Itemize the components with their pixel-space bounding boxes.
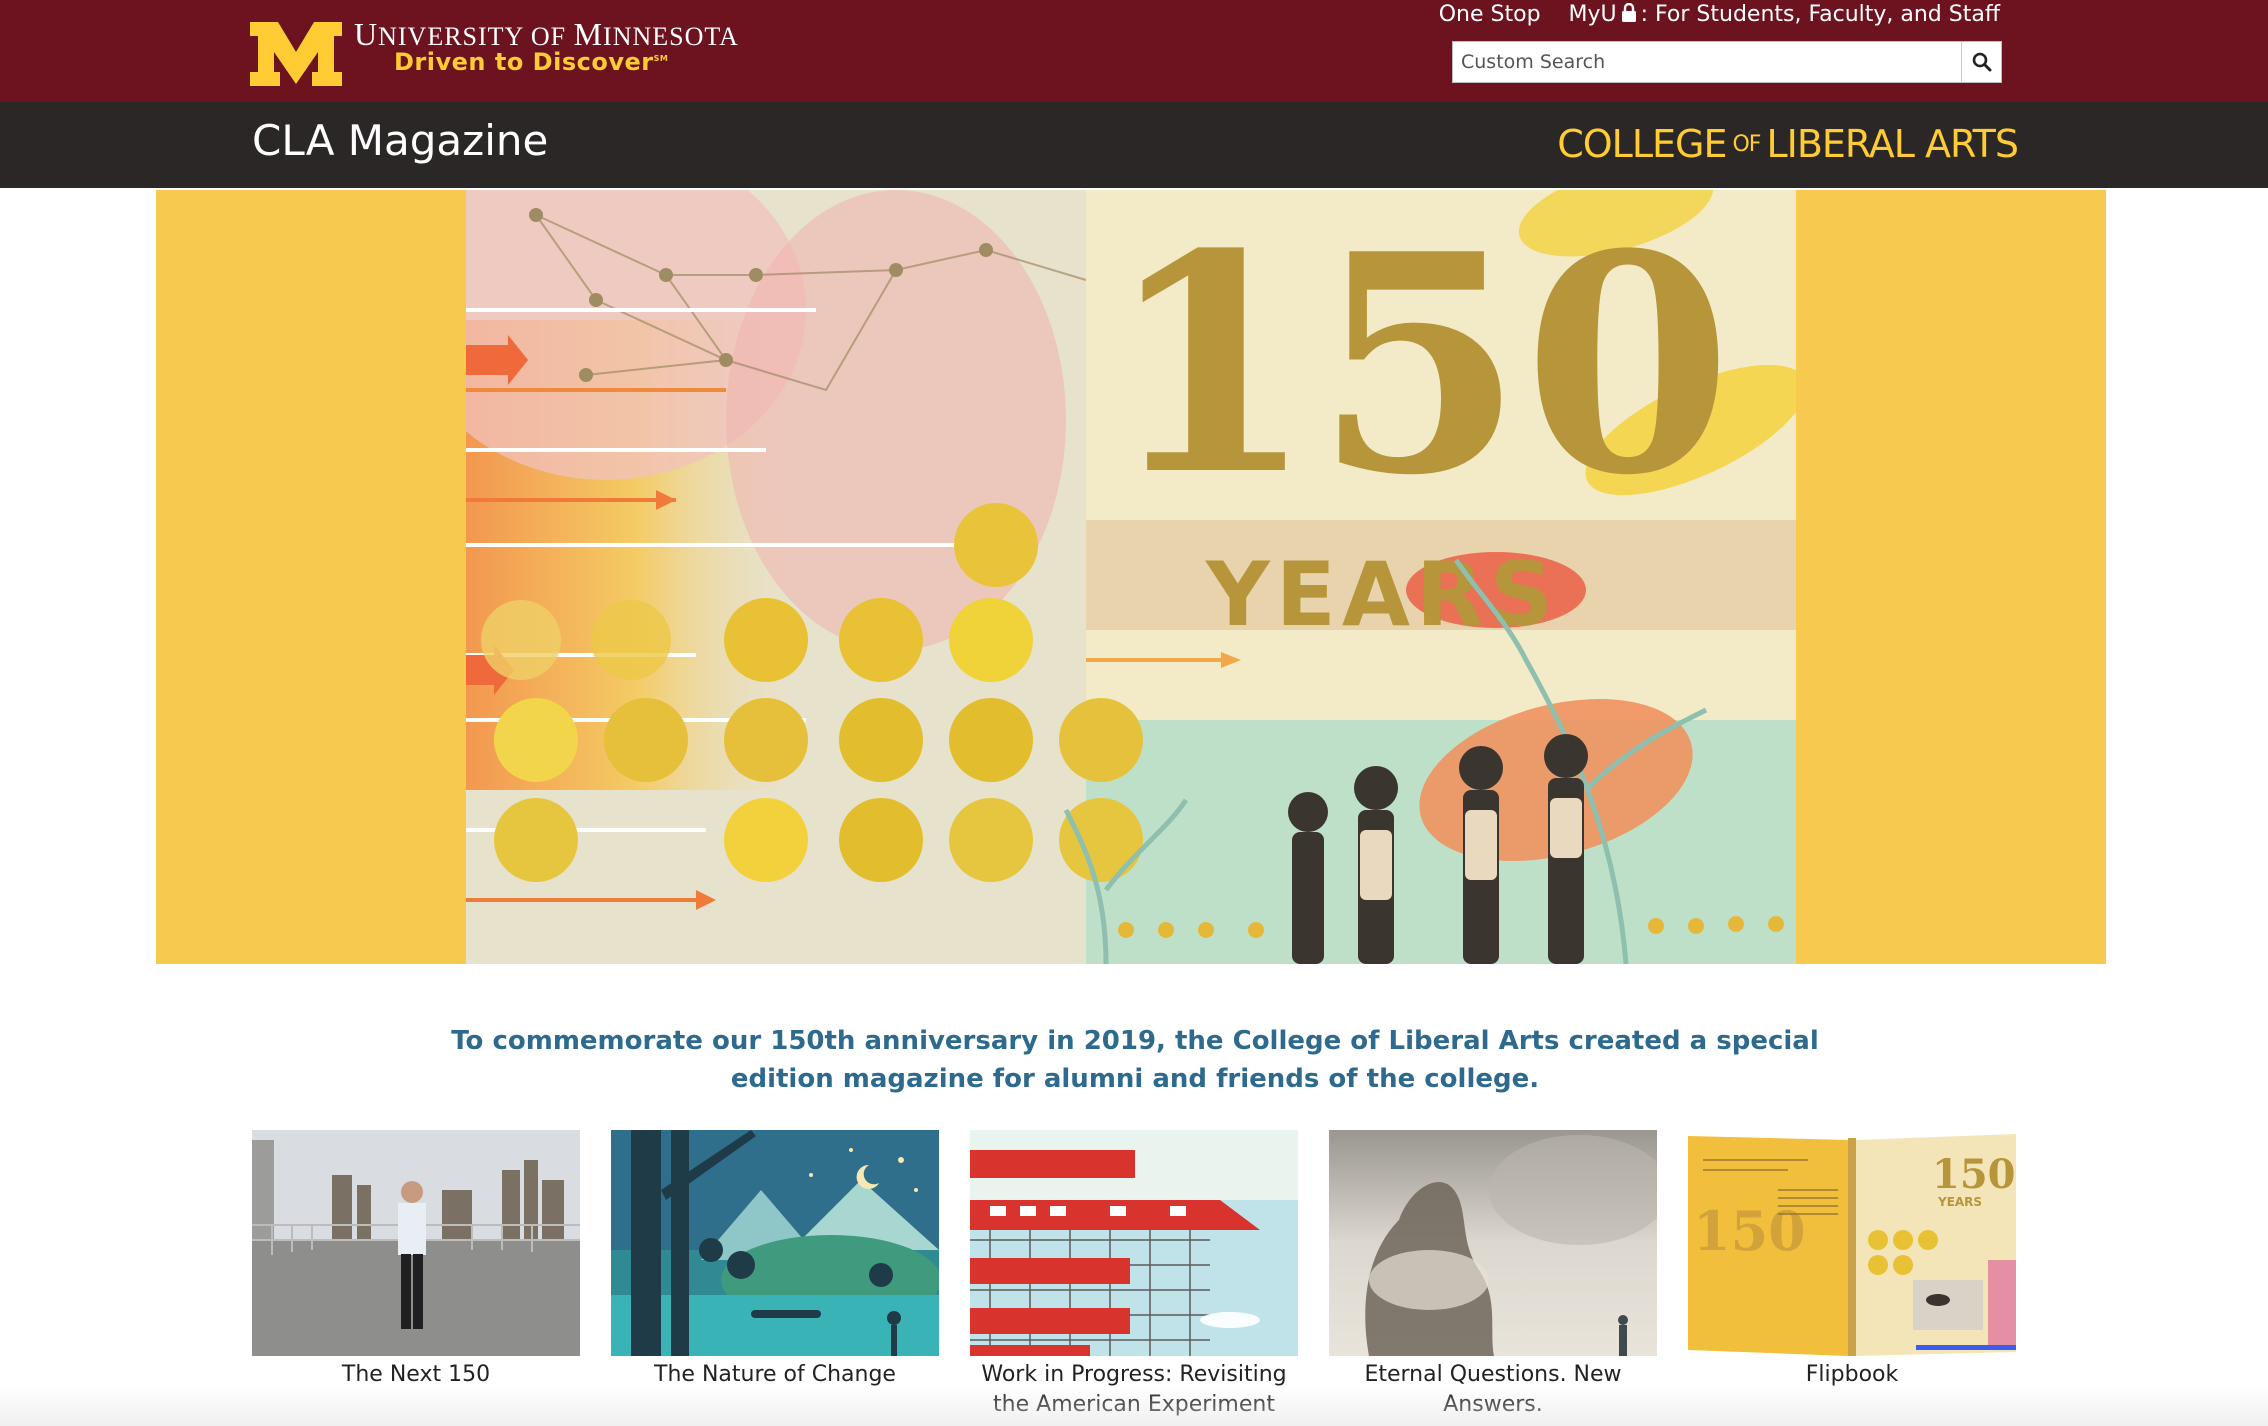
card-the-nature-of-change[interactable]: The Nature of Change	[611, 1130, 939, 1420]
card-the-next-150[interactable]: The Next 150	[252, 1130, 580, 1420]
card-image-train-scaffolding-illustration[interactable]	[970, 1130, 1298, 1356]
top-header-bar: UNIVERSITY OF MINNESOTA Driven to Discov…	[0, 0, 2268, 102]
intro-text: To commemorate our 150th anniversary in …	[451, 1026, 1819, 1094]
search-form	[1452, 41, 2002, 83]
card-flipbook[interactable]: 150 150 YEARS Flipbook	[1688, 1130, 2016, 1420]
search-button[interactable]	[1961, 42, 2001, 82]
myu-suffix: : For Students, Faculty, and Staff	[1640, 2, 2000, 27]
hero-150-text: 150	[1106, 190, 1732, 541]
myu-label: MyU	[1568, 2, 1617, 27]
search-input[interactable]	[1453, 42, 1961, 82]
card-label: The Nature of Change	[654, 1362, 896, 1387]
college-of-word: OF	[1732, 132, 1761, 157]
card-label: Flipbook	[1805, 1362, 1899, 1387]
story-cards: The Next 150 The Nature of Change Work i…	[252, 1130, 2016, 1420]
myu-link[interactable]: MyU : For Students, Faculty, and Staff	[1569, 2, 2000, 27]
utility-links: One Stop MyU : For Students, Faculty, and…	[1439, 2, 2000, 27]
card-image-open-magazine[interactable]: 150 150 YEARS	[1688, 1130, 2016, 1356]
card-label: Work in Progress: Revisiting the America…	[981, 1362, 1287, 1417]
card-image-man-on-bridge[interactable]	[252, 1130, 580, 1356]
flipbook-years: YEARS	[1937, 1195, 1982, 1209]
card-work-in-progress[interactable]: Work in Progress: Revisiting the America…	[970, 1130, 1298, 1420]
flipbook-number: 150	[1932, 1151, 2016, 1198]
card-image-double-exposure-photo[interactable]	[1329, 1130, 1657, 1356]
site-title-link[interactable]: CLA Magazine	[252, 116, 548, 165]
block-m-logo-icon	[250, 22, 342, 86]
card-eternal-questions[interactable]: Eternal Questions. New Answers.	[1329, 1130, 1657, 1420]
card-image-forest-night-illustration[interactable]	[611, 1130, 939, 1356]
search-icon	[1972, 52, 1991, 72]
university-tagline: Driven to DiscoverSM	[394, 48, 669, 76]
college-word: COLLEGE	[1557, 122, 1727, 166]
lock-icon	[1621, 3, 1636, 22]
one-stop-link[interactable]: One Stop	[1439, 2, 1541, 27]
liberal-arts-words: LIBERAL ARTS	[1766, 122, 2019, 166]
card-label: The Next 150	[341, 1362, 491, 1387]
card-label: Eternal Questions. New Answers.	[1364, 1362, 1622, 1417]
flipbook-number-mirror: 150	[1693, 1199, 1806, 1263]
hero-150-years-illustration: 150 YEARS	[466, 190, 1796, 964]
site-header-bar: CLA Magazine COLLEGE OF LIBERAL ARTS	[0, 102, 2268, 188]
college-of-liberal-arts-link[interactable]: COLLEGE OF LIBERAL ARTS	[1557, 122, 2019, 166]
hero-banner: 150 YEARS	[156, 190, 2106, 964]
